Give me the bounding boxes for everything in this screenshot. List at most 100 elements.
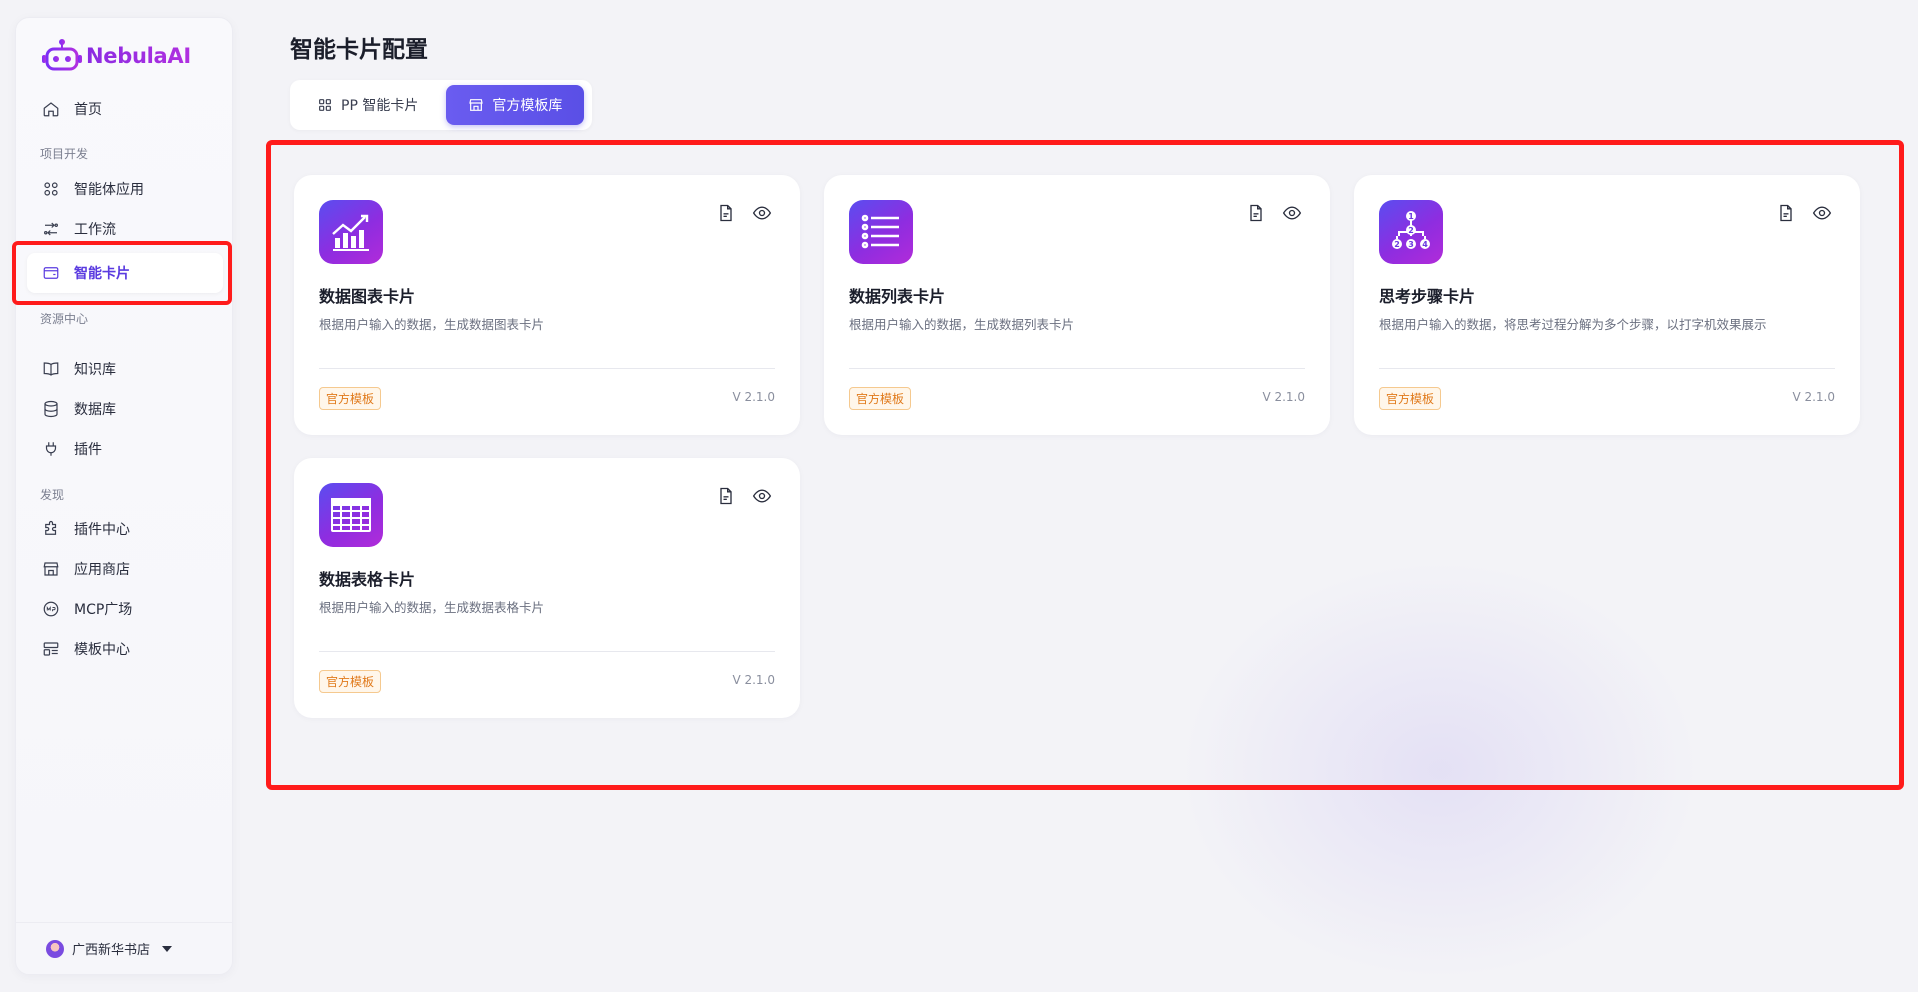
tab-official-templates[interactable]: 官方模板库 [446, 85, 585, 125]
sidebar-item-label: 数据库 [74, 402, 116, 418]
card-actions [1776, 203, 1832, 223]
card-title: 数据表格卡片 [319, 570, 416, 589]
card-title: 数据图表卡片 [319, 287, 416, 306]
sidebar-item-plugin-center[interactable]: 插件中心 [27, 509, 223, 549]
card-divider [1379, 368, 1835, 369]
svg-text:2: 2 [1408, 226, 1414, 235]
svg-text:1: 1 [1408, 212, 1414, 221]
book-icon [43, 362, 59, 376]
card-description: 根据用户输入的数据，将思考过程分解为多个步骤，以打字机效果展示 [1379, 317, 1767, 332]
sidebar-item-label: 首页 [74, 102, 102, 118]
document-icon[interactable] [716, 486, 736, 506]
puzzle-icon [45, 520, 57, 535]
sidebar-item-database[interactable]: 数据库 [27, 389, 223, 429]
official-badge: 官方模板 [319, 387, 382, 410]
sidebar-item-label: 模板中心 [74, 642, 130, 658]
sidebar-section-dev: 项目开发 [40, 147, 89, 161]
card-actions [716, 486, 772, 506]
card-version: V 2.1.0 [1792, 390, 1835, 404]
card-icon [43, 267, 59, 279]
eye-icon[interactable] [1812, 203, 1832, 223]
document-icon[interactable] [1246, 203, 1266, 223]
card-divider [849, 368, 1305, 369]
sidebar-item-workflow[interactable]: 工作流 [27, 209, 223, 249]
eye-icon[interactable] [752, 203, 772, 223]
card-actions [1246, 203, 1302, 223]
sidebar-item-label: MCP广场 [74, 602, 133, 618]
card-thumbnail: 1 2 2 3 4 [1379, 200, 1443, 264]
home-icon [43, 102, 59, 117]
card-description: 根据用户输入的数据，生成数据列表卡片 [849, 317, 1075, 332]
caret-down-icon [162, 945, 173, 952]
eye-icon[interactable] [1282, 203, 1302, 223]
sidebar-item-label: 智能体应用 [74, 182, 144, 198]
sidebar-item-label: 插件中心 [74, 522, 130, 538]
template-card-steps[interactable]: 1 2 2 3 4 思考步骤卡片 根据用户输入的数据，将思考过程分解为多个步骤，… [1354, 175, 1860, 435]
svg-text:2: 2 [1394, 240, 1400, 249]
card-version: V 2.1.0 [732, 673, 775, 687]
sidebar-item-plugin[interactable]: 插件 [27, 429, 223, 469]
brand-name: NebulaAI [86, 44, 191, 68]
sidebar-item-template[interactable]: 模板中心 [27, 629, 223, 669]
card-description: 根据用户输入的数据，生成数据图表卡片 [319, 317, 545, 332]
tab-label: 官方模板库 [492, 98, 563, 114]
official-badge: 官方模板 [1379, 387, 1442, 410]
card-title: 数据列表卡片 [849, 287, 946, 306]
background-glow [1180, 560, 1700, 980]
document-icon[interactable] [716, 203, 736, 223]
document-icon[interactable] [1776, 203, 1796, 223]
official-badge: 官方模板 [849, 387, 912, 410]
page-title: 智能卡片配置 [290, 37, 428, 63]
sidebar-item-home[interactable]: 首页 [27, 89, 223, 129]
brand[interactable]: NebulaAI [42, 38, 191, 74]
eye-icon[interactable] [752, 486, 772, 506]
database-icon [44, 400, 58, 418]
tab-label: PP 智能卡片 [341, 98, 419, 114]
sidebar: NebulaAI 首页 项目开发 智能体应用 工作流 智能卡片 资源中心 知识库… [15, 17, 233, 975]
card-thumbnail [319, 200, 383, 264]
card-thumbnail [319, 483, 383, 547]
sidebar-item-agent[interactable]: 智能体应用 [27, 169, 223, 209]
sidebar-section-resource: 资源中心 [40, 312, 89, 326]
steps-icon: 1 2 2 3 4 [1392, 211, 1430, 249]
card-version: V 2.1.0 [1262, 390, 1305, 404]
card-divider [319, 651, 775, 652]
sidebar-item-knowledge[interactable]: 知识库 [27, 349, 223, 389]
mcp-icon [43, 601, 59, 617]
sidebar-item-label: 知识库 [74, 362, 116, 378]
card-title: 思考步骤卡片 [1379, 287, 1476, 306]
card-version: V 2.1.0 [732, 390, 775, 404]
svg-text:4: 4 [1422, 240, 1428, 249]
template-card-chart[interactable]: 数据图表卡片 根据用户输入的数据，生成数据图表卡片 官方模板 V 2.1.0 [294, 175, 800, 435]
chart-icon [332, 214, 369, 251]
tab-pp-cards[interactable]: PP 智能卡片 [295, 85, 440, 125]
template-card-table[interactable]: 数据表格卡片 根据用户输入的数据，生成数据表格卡片 官方模板 V 2.1.0 [294, 458, 800, 718]
org-name: 广西新华书店 [72, 943, 151, 958]
card-thumbnail [849, 200, 913, 264]
table-icon [331, 498, 371, 532]
robot-logo-icon [42, 39, 82, 71]
store-icon [469, 99, 484, 111]
sidebar-item-label: 智能卡片 [74, 266, 130, 282]
official-badge: 官方模板 [319, 670, 382, 693]
card-divider [319, 368, 775, 369]
card-description: 根据用户输入的数据，生成数据表格卡片 [319, 600, 545, 615]
sidebar-section-discover: 发现 [40, 488, 65, 502]
list-icon [861, 214, 899, 249]
sidebar-item-cards[interactable]: 智能卡片 [27, 253, 223, 293]
template-icon [43, 642, 59, 656]
template-card-list[interactable]: 数据列表卡片 根据用户输入的数据，生成数据列表卡片 官方模板 V 2.1.0 [824, 175, 1330, 435]
card-actions [716, 203, 772, 223]
svg-text:3: 3 [1408, 240, 1414, 249]
grid-icon [319, 99, 331, 111]
sidebar-item-label: 应用商店 [74, 562, 130, 578]
store-icon [43, 562, 59, 576]
sidebar-item-label: 工作流 [74, 222, 116, 238]
tab-bar: PP 智能卡片 官方模板库 [290, 80, 592, 130]
avatar [46, 939, 64, 958]
workflow-icon [44, 222, 58, 236]
org-switcher[interactable]: 广西新华书店 [16, 922, 232, 974]
plug-icon [45, 442, 57, 456]
sidebar-item-app-store[interactable]: 应用商店 [27, 549, 223, 589]
sidebar-item-mcp[interactable]: MCP广场 [27, 589, 223, 629]
